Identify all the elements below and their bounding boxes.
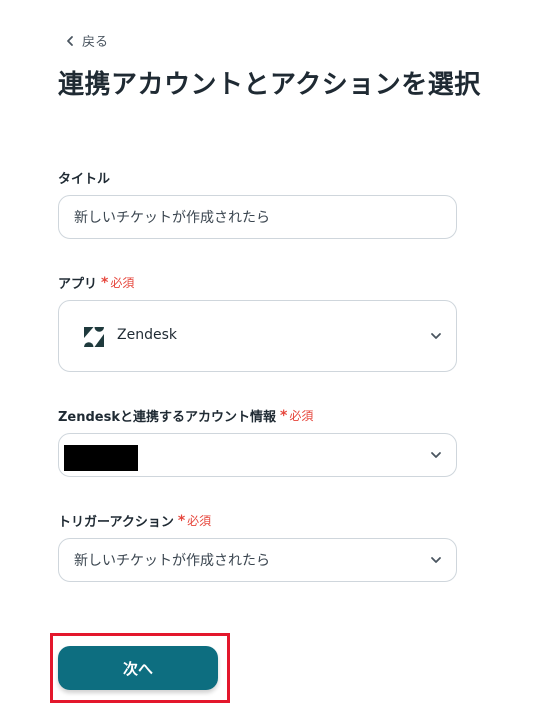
required-text: 必須 — [110, 276, 135, 290]
page-title: 連携アカウントとアクションを選択 — [58, 70, 481, 100]
asterisk-icon: * — [177, 512, 186, 529]
app-select[interactable]: Zendesk — [58, 300, 457, 372]
account-field-label: Zendeskと連携するアカウント情報 * 必須 — [58, 406, 313, 426]
account-select[interactable] — [58, 433, 457, 477]
required-text: 必須 — [289, 409, 314, 423]
chevron-down-icon — [431, 452, 441, 458]
chevron-down-icon — [431, 333, 441, 339]
redacted-account-value — [64, 445, 138, 471]
required-badge: * 必須 — [101, 274, 134, 291]
trigger-field-label: トリガーアクション * 必須 — [58, 511, 211, 531]
asterisk-icon: * — [101, 274, 109, 291]
app-label-text: アプリ — [58, 277, 98, 292]
back-link[interactable]: 戻る — [64, 31, 108, 50]
title-input-value: 新しいチケットが作成されたら — [74, 210, 270, 226]
trigger-label-text: トリガーアクション — [58, 515, 174, 530]
title-label-text: タイトル — [58, 172, 111, 187]
app-select-value: Zendesk — [117, 327, 177, 343]
zendesk-logo-icon — [84, 327, 104, 347]
asterisk-icon: * — [280, 407, 288, 424]
next-button[interactable]: 次へ — [58, 646, 218, 690]
chevron-down-icon — [431, 557, 441, 563]
required-text: 必須 — [187, 514, 212, 528]
required-badge: * 必須 — [178, 512, 211, 529]
title-input[interactable]: 新しいチケットが作成されたら — [58, 195, 457, 239]
app-field-label: アプリ * 必須 — [58, 273, 134, 293]
account-label-text: Zendeskと連携するアカウント情報 — [58, 410, 277, 425]
title-field-label: タイトル — [58, 168, 110, 187]
back-label: 戻る — [82, 35, 109, 50]
chevron-left-icon — [67, 35, 73, 46]
required-badge: * 必須 — [280, 407, 313, 424]
trigger-select-value: 新しいチケットが作成されたら — [74, 553, 270, 569]
trigger-select[interactable]: 新しいチケットが作成されたら — [58, 538, 457, 582]
